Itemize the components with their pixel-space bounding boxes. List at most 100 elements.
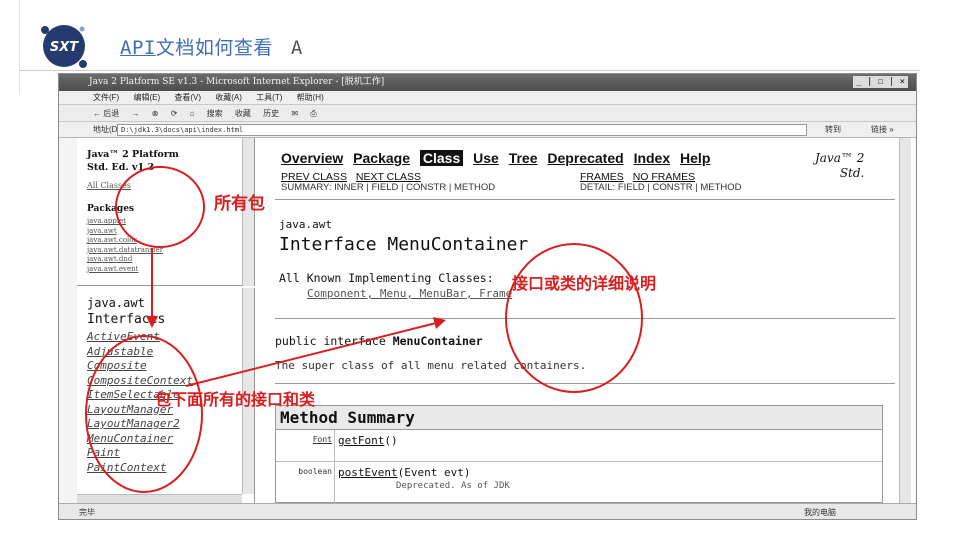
- browser-toolbar: ← 后退 → ⊗ ⟳ ⌂ 搜索 收藏 历史 ✉ ⎙: [59, 105, 916, 122]
- package-link[interactable]: java.awt.datatransfer: [87, 246, 163, 256]
- packages-heading: Packages: [87, 204, 134, 214]
- method-description: Deprecated. As of JDK: [396, 481, 510, 491]
- method-signature: postEvent(Event evt): [338, 466, 470, 479]
- classes-package-name: java.awt: [87, 296, 145, 310]
- browser-titlebar: Java 2 Platform SE v1.3 - Microsoft Inte…: [59, 74, 916, 91]
- title-underline: [20, 70, 920, 71]
- declaration-prefix: public interface: [275, 334, 393, 348]
- menu-help[interactable]: 帮助(H): [297, 93, 324, 102]
- go-button[interactable]: 转到: [825, 122, 841, 138]
- detail-scrollbar[interactable]: [899, 138, 911, 503]
- search-button[interactable]: 搜索: [207, 109, 223, 118]
- package-link[interactable]: java.awt.color: [87, 236, 163, 246]
- address-input[interactable]: D:\jdk1.3\docs\api\index.html: [117, 124, 807, 136]
- interface-link[interactable]: Adjustable: [87, 345, 193, 360]
- print-button[interactable]: ⎙: [310, 109, 316, 118]
- window-title: Java 2 Platform SE v1.3 - Microsoft Inte…: [89, 77, 385, 87]
- package-link[interactable]: java.applet: [87, 217, 163, 227]
- annotation-classes-under-package: 包下面所有的接口和类: [155, 390, 316, 409]
- links-button[interactable]: 链接 »: [871, 122, 894, 138]
- package-list: java.applet java.awt java.awt.color java…: [87, 217, 163, 275]
- implementing-classes-links[interactable]: Component, Menu, MenuBar, Frame: [307, 287, 512, 300]
- menu-favorites[interactable]: 收藏(A): [215, 93, 242, 102]
- slide-left-strip: [0, 0, 20, 95]
- nav-tree[interactable]: Tree: [509, 150, 538, 166]
- nav-help[interactable]: Help: [680, 150, 710, 166]
- window-controls[interactable]: _ | ☐ | ×: [853, 76, 908, 88]
- table-column-divider: [334, 462, 335, 504]
- nav-divider: [275, 199, 895, 200]
- menu-view[interactable]: 查看(V): [174, 93, 201, 102]
- method-row: boolean postEvent(Event evt) Deprecated.…: [276, 462, 882, 504]
- sxt-logo: SXT: [41, 25, 87, 68]
- home-button[interactable]: ⌂: [190, 109, 195, 118]
- method-params: (): [384, 434, 398, 447]
- annotation-all-packages: 所有包: [214, 194, 265, 214]
- platform-heading-line2: Std. Ed. v1.3: [87, 162, 155, 173]
- menu-edit[interactable]: 编辑(E): [133, 93, 160, 102]
- slide-title-code: API: [120, 37, 156, 59]
- interface-link[interactable]: PaintContext: [87, 461, 193, 476]
- history-button[interactable]: 历史: [263, 109, 279, 118]
- package-link[interactable]: java.awt: [87, 227, 163, 237]
- interface-description: The super class of all menu related cont…: [275, 359, 587, 372]
- implementing-classes: Component, Menu, MenuBar, Frame: [307, 287, 512, 300]
- mail-button[interactable]: ✉: [291, 109, 298, 118]
- detail-frame: Overview Package Class Use Tree Deprecat…: [257, 138, 915, 504]
- forward-button[interactable]: →: [131, 109, 139, 118]
- browser-menubar: 文件(F) 编辑(E) 查看(V) 收藏(A) 工具(T) 帮助(H): [59, 91, 916, 105]
- decl-divider: [275, 318, 895, 319]
- interface-link[interactable]: LayoutManager2: [87, 417, 193, 432]
- package-link[interactable]: java.awt.dnd: [87, 255, 163, 265]
- nav-overview[interactable]: Overview: [281, 150, 343, 166]
- browser-statusbar: 完毕 我的电脑: [59, 503, 916, 519]
- interfaces-heading: Interfaces: [87, 312, 166, 327]
- doc-package-name: java.awt: [279, 218, 332, 231]
- interface-declaration: public interface MenuContainer: [275, 334, 483, 348]
- stop-button[interactable]: ⊗: [152, 109, 159, 118]
- declaration-name: MenuContainer: [392, 334, 483, 348]
- doc-navbar: Overview Package Class Use Tree Deprecat…: [281, 150, 716, 166]
- menu-tools[interactable]: 工具(T): [256, 93, 282, 102]
- nav-class[interactable]: Class: [419, 150, 464, 166]
- interface-link[interactable]: Composite: [87, 359, 193, 374]
- interface-link[interactable]: Paint: [87, 446, 193, 461]
- browser-screenshot: Java 2 Platform SE v1.3 - Microsoft Inte…: [58, 73, 917, 520]
- method-link[interactable]: postEvent: [338, 466, 398, 479]
- method-signature: getFont(): [338, 434, 398, 447]
- interface-title: Interface MenuContainer: [279, 234, 529, 255]
- platform-heading-line1: Java™ 2 Platform: [87, 149, 179, 160]
- nav-use[interactable]: Use: [473, 150, 499, 166]
- slide-title-suffix: A: [290, 37, 303, 59]
- slide-title-text: 文档如何查看: [155, 37, 273, 59]
- implementing-heading: All Known Implementing Classes:: [279, 271, 494, 285]
- back-button[interactable]: ← 后退: [93, 109, 119, 118]
- package-link[interactable]: java.awt.event: [87, 265, 163, 275]
- nav-package[interactable]: Package: [353, 150, 410, 166]
- status-text: 完毕: [79, 508, 95, 517]
- method-summary-title: Method Summary: [276, 406, 882, 430]
- java-label-line2: Std.: [839, 166, 865, 180]
- java-platform-label: Java™ 2 Std.: [815, 151, 864, 181]
- classes-hscrollbar[interactable]: [77, 494, 242, 503]
- interface-link[interactable]: ActiveEvent: [87, 330, 193, 345]
- slide-title: API文档如何查看 A: [120, 33, 303, 60]
- all-classes-link[interactable]: All Classes: [87, 181, 131, 190]
- favorites-button[interactable]: 收藏: [235, 109, 251, 118]
- refresh-button[interactable]: ⟳: [171, 109, 178, 118]
- menu-file[interactable]: 文件(F): [93, 93, 119, 102]
- table-column-divider: [334, 430, 335, 461]
- annotation-interface-detail: 接口或类的详细说明: [512, 274, 657, 293]
- page-content: Java™ 2 Platform Std. Ed. v1.3 All Class…: [77, 138, 915, 504]
- logo-text: SXT: [50, 40, 79, 55]
- interface-link[interactable]: MenuContainer: [87, 432, 193, 447]
- status-zone: 我的电脑: [804, 508, 836, 517]
- method-link[interactable]: getFont: [338, 434, 384, 447]
- method-summary-table: Method Summary Font getFont() boolean po…: [275, 405, 883, 504]
- nav-deprecated[interactable]: Deprecated: [547, 150, 623, 166]
- summary-links[interactable]: SUMMARY: INNER | FIELD | CONSTR | METHOD: [281, 182, 495, 193]
- nav-index[interactable]: Index: [634, 150, 671, 166]
- detail-links[interactable]: DETAIL: FIELD | CONSTR | METHOD: [580, 182, 742, 193]
- address-bar: 地址(D) D:\jdk1.3\docs\api\index.html 转到 链…: [59, 122, 916, 138]
- summary-divider: [275, 383, 895, 384]
